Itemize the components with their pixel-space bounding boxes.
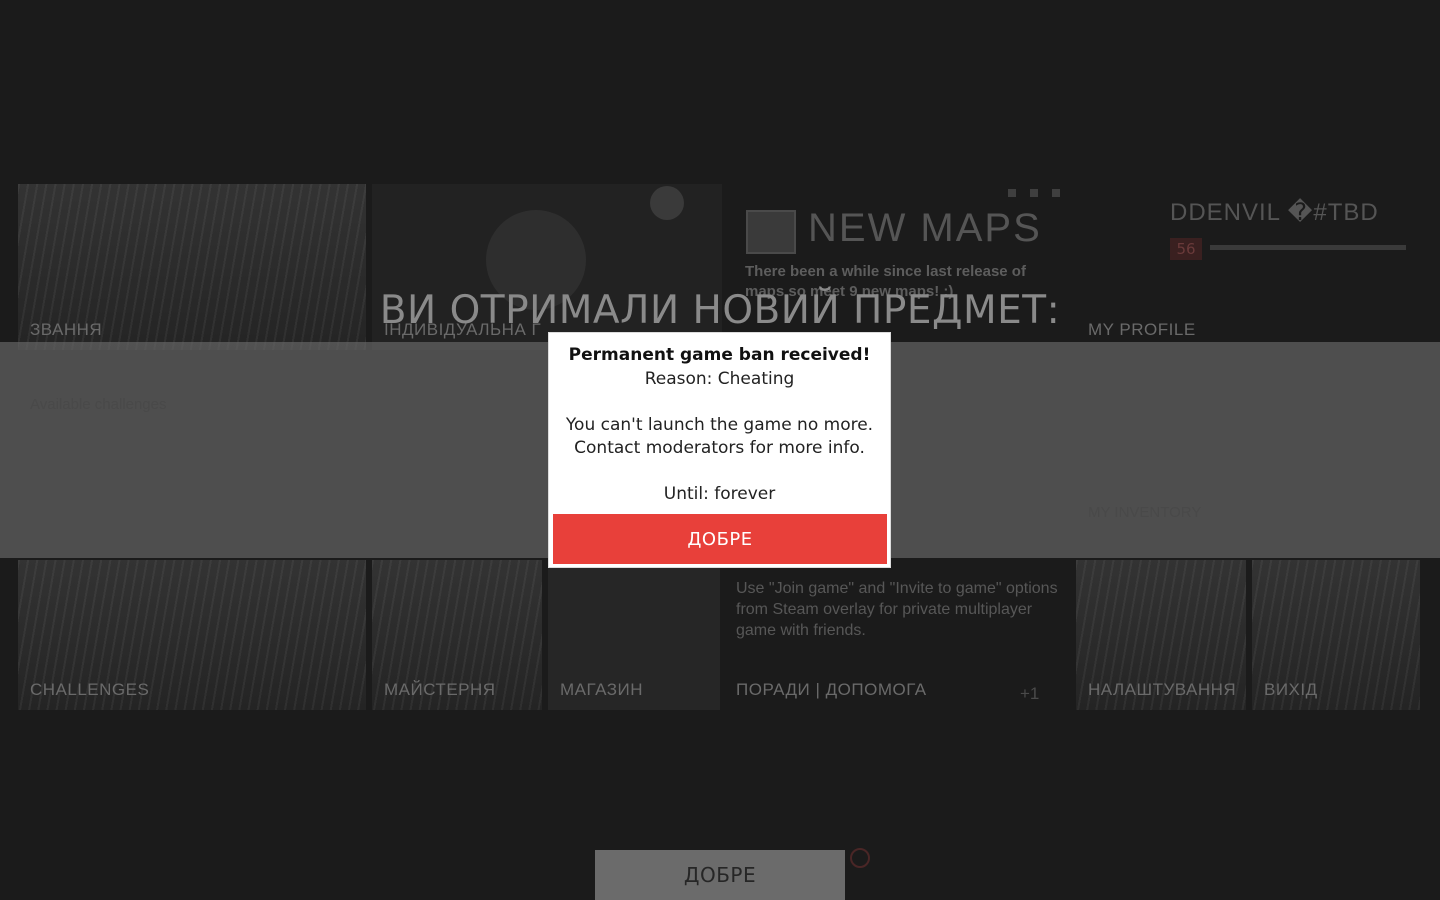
tile-individual-ball	[650, 186, 684, 220]
discord-icon[interactable]	[850, 848, 870, 868]
profile-level-badge: 56	[1170, 238, 1202, 260]
profile-xp-bar	[1210, 245, 1406, 250]
tile-tips-help[interactable]: ПОРАДИ | ДОПОМОГА	[724, 660, 1014, 710]
tile-settings-label: НАЛАШТУВАННЯ	[1088, 680, 1237, 699]
reward-title: ВИ ОТРИМАЛИ НОВИЙ ПРЕДМЕТ:	[379, 288, 1061, 333]
profile-name: DDENVIL �#TBD	[1170, 199, 1379, 226]
ban-ok-button[interactable]: ДОБРЕ	[553, 514, 887, 564]
ban-until: Until: forever	[663, 484, 776, 504]
tile-shop-label: МАГАЗИН	[560, 680, 643, 699]
news-pager-dot[interactable]	[1052, 189, 1060, 197]
tile-challenges[interactable]: CHALLENGES	[18, 560, 366, 710]
ban-dialog: Permanent game ban received! Reason: Che…	[548, 332, 891, 568]
tile-workshop-label: МАЙСТЕРНЯ	[384, 680, 496, 699]
tile-workshop[interactable]: МАЙСТЕРНЯ	[372, 560, 542, 710]
ban-message-line1: You can't launch the game no more.	[565, 415, 874, 435]
join-hint-text: Use "Join game" and "Invite to game" opt…	[736, 580, 1058, 639]
my-inventory-label: MY INVENTORY	[1088, 504, 1202, 521]
online-counter: +1	[1020, 684, 1040, 703]
map-icon	[746, 210, 796, 254]
available-challenges-label: Available challenges	[30, 396, 167, 413]
news-pager-dot[interactable]	[1008, 189, 1016, 197]
ban-message-line2: Contact moderators for more info.	[574, 438, 865, 458]
game-main-menu: ЗВАННЯ ІНДИВІДУАЛЬНА Г NEW MAPS There be…	[0, 0, 1440, 900]
tile-exit[interactable]: ВИХІД	[1252, 560, 1420, 710]
news-title: NEW MAPS	[808, 206, 1042, 250]
news-pager-dot[interactable]	[1030, 189, 1038, 197]
tile-exit-label: ВИХІД	[1264, 680, 1318, 699]
tile-shop[interactable]: МАГАЗИН	[548, 560, 720, 710]
tile-tips-help-label: ПОРАДИ | ДОПОМОГА	[736, 680, 927, 699]
tile-challenges-label: CHALLENGES	[30, 680, 150, 699]
ban-dialog-title: Permanent game ban received!	[568, 345, 871, 365]
tile-settings[interactable]: НАЛАШТУВАННЯ	[1076, 560, 1246, 710]
ban-reason: Reason: Cheating	[644, 369, 795, 389]
news-pager[interactable]	[1008, 189, 1060, 197]
reward-ok-button[interactable]: ДОБРЕ	[595, 850, 845, 900]
